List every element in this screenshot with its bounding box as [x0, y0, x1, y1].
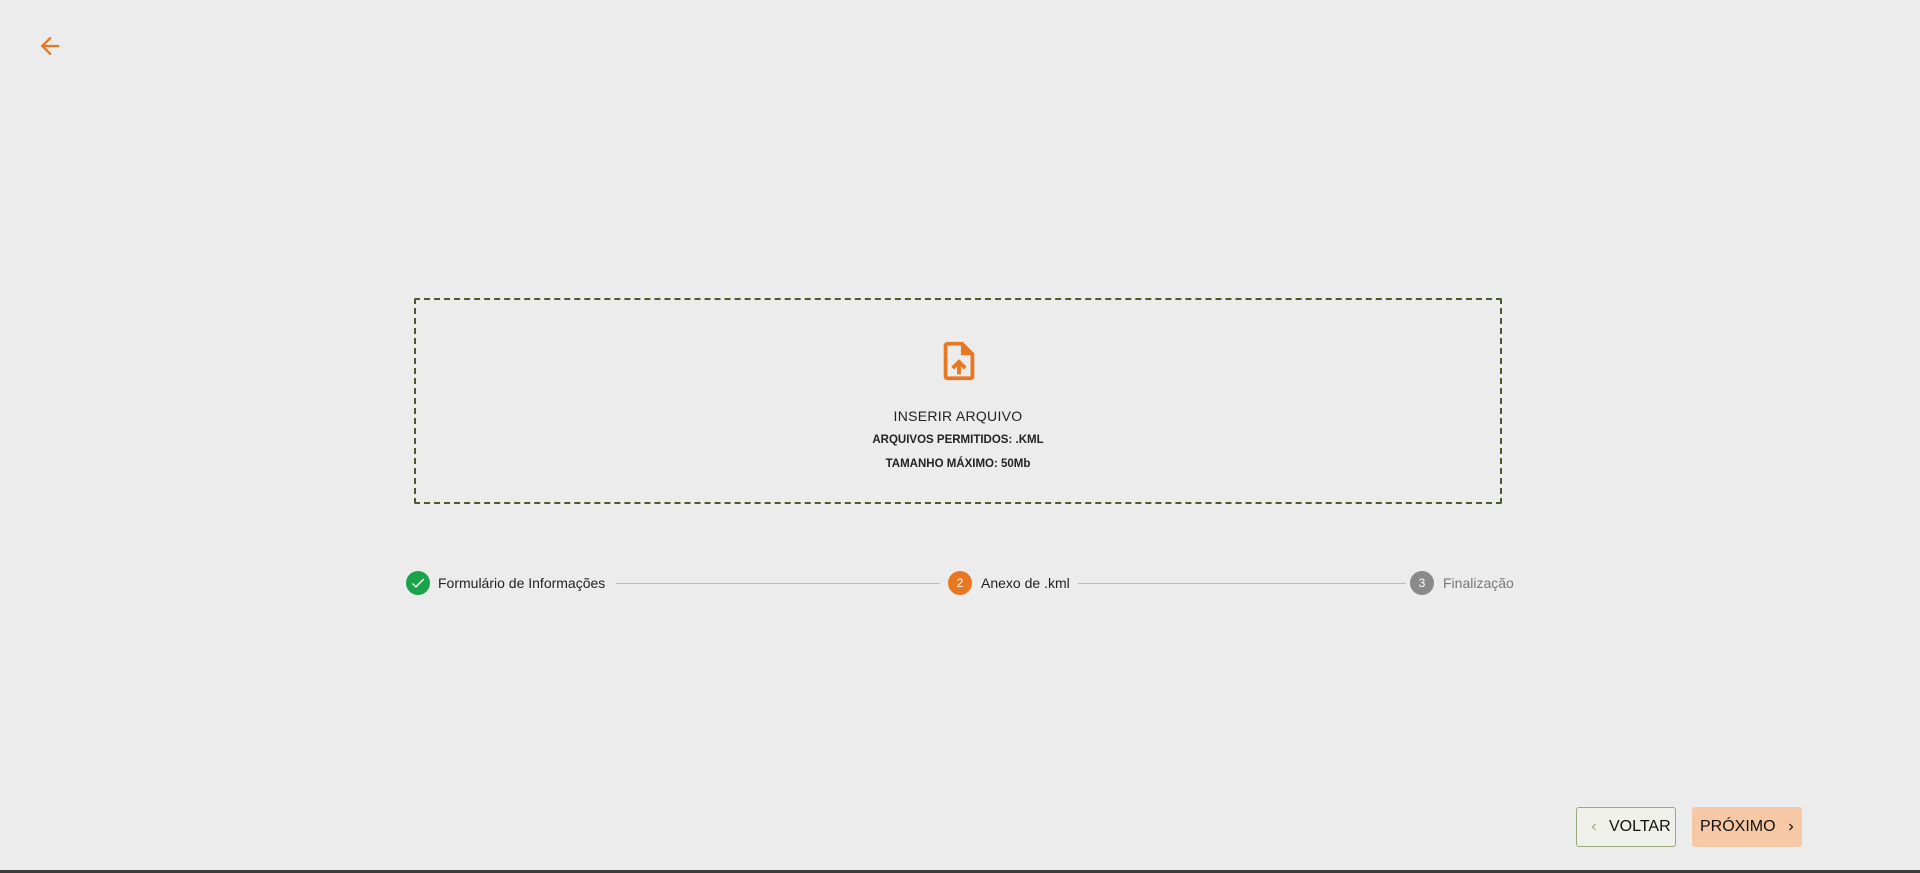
back-button-label: VOLTAR [1609, 818, 1671, 835]
file-upload-icon [936, 338, 982, 384]
step-1-label: Formulário de Informações [438, 575, 606, 591]
chevron-right-icon [1784, 820, 1798, 834]
file-dropzone[interactable]: INSERIR ARQUIVO ARQUIVOS PERMITIDOS: .KM… [414, 298, 1502, 504]
chevron-left-icon [1587, 820, 1601, 834]
step-2-label: Anexo de .kml [981, 575, 1070, 591]
step-connector-1 [616, 583, 940, 584]
back-arrow-icon[interactable] [36, 32, 64, 60]
step-1-check-icon [406, 571, 430, 595]
max-size-text: TAMANHO MÁXIMO: 50Mb [885, 458, 1031, 470]
stepper: Formulário de Informações 2 Anexo de .km… [406, 570, 1514, 596]
next-button[interactable]: PRÓXIMO [1692, 807, 1802, 847]
page: INSERIR ARQUIVO ARQUIVOS PERMITIDOS: .KM… [0, 0, 1920, 873]
step-3-label: Finalização [1443, 575, 1514, 591]
back-button[interactable]: VOLTAR [1576, 807, 1676, 847]
step-3-circle: 3 [1410, 571, 1434, 595]
allowed-files-text: ARQUIVOS PERMITIDOS: .KML [872, 434, 1044, 446]
dropzone-title: INSERIR ARQUIVO [893, 408, 1023, 424]
step-connector-2 [1078, 583, 1406, 584]
next-button-label: PRÓXIMO [1700, 818, 1776, 835]
step-2-circle: 2 [948, 571, 972, 595]
